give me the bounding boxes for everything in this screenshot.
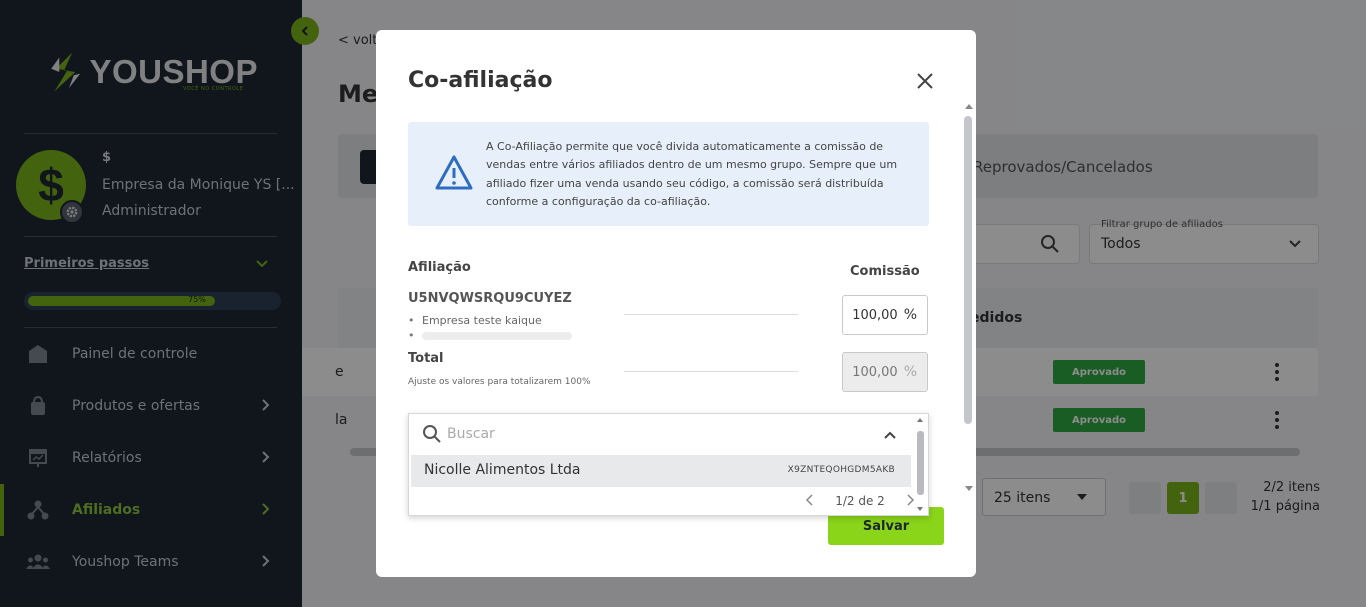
commission-input[interactable]: 100,00 % [842, 295, 928, 335]
divider [624, 371, 798, 372]
option-name: Nicolle Alimentos Ltda [424, 462, 581, 478]
affiliate-search-dropdown: Nicolle Alimentos Ltda X9ZNTEQOHGDM5AKB … [408, 413, 929, 516]
total-hint: Ajuste os valores para totalizarem 100% [408, 377, 591, 387]
chevron-right-icon[interactable] [905, 493, 915, 509]
commission-label: Comissão [850, 264, 920, 279]
percent-symbol: % [903, 307, 917, 323]
scroll-up-arrow[interactable] [917, 418, 923, 422]
list-item: Empresa teste kaique [408, 314, 572, 329]
affiliation-members: Empresa teste kaique [408, 314, 572, 344]
affiliate-search-input[interactable] [447, 420, 867, 448]
modal-title: Co-afiliação [408, 68, 553, 93]
redacted-text [422, 332, 572, 340]
vertical-scrollbar[interactable] [964, 116, 972, 424]
affiliation-label: Afiliação [408, 260, 471, 275]
pager-label: 1/2 de 2 [835, 494, 885, 508]
dropdown-scrollbar[interactable] [917, 431, 924, 495]
list-item-redacted [408, 329, 572, 344]
option-code: X9ZNTEQOHGDM5AKB [787, 465, 895, 475]
close-icon[interactable] [914, 70, 936, 92]
percent-symbol: % [903, 364, 917, 380]
chevron-left-icon[interactable] [805, 493, 815, 509]
dropdown-option[interactable]: Nicolle Alimentos Ltda X9ZNTEQOHGDM5AKB [411, 455, 911, 487]
scroll-down-arrow[interactable] [965, 486, 973, 491]
total-input: 100,00 % [842, 352, 928, 392]
total-label: Total [408, 351, 444, 366]
chevron-up-icon[interactable] [883, 427, 897, 446]
divider [624, 314, 798, 315]
affiliation-code: U5NVQWSRQU9CUYEZ [408, 291, 572, 306]
scroll-down-arrow[interactable] [917, 507, 923, 511]
warning-icon [434, 154, 474, 192]
total-value: 100,00 [852, 364, 898, 380]
commission-value: 100,00 [852, 307, 898, 323]
info-box: A Co-Afiliação permite que você divida a… [408, 122, 929, 226]
dropdown-pager: 1/2 de 2 [805, 492, 915, 510]
scroll-up-arrow[interactable] [965, 104, 973, 109]
search-icon [422, 424, 442, 448]
info-text: A Co-Afiliação permite que você divida a… [486, 140, 898, 208]
